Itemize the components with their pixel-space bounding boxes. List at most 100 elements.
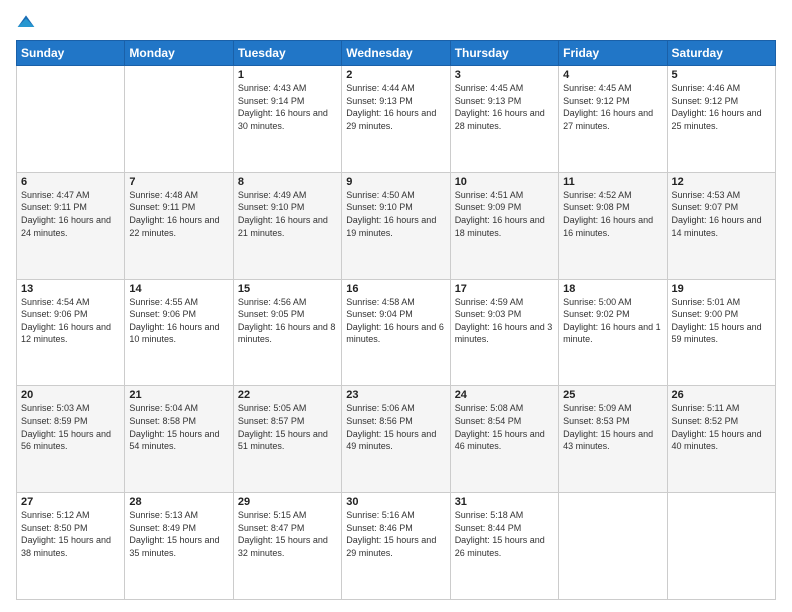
day-info: Sunrise: 5:18 AM Sunset: 8:44 PM Dayligh… [455,509,554,559]
day-number: 6 [21,176,120,188]
day-number: 3 [455,69,554,81]
calendar-cell: 28Sunrise: 5:13 AM Sunset: 8:49 PM Dayli… [125,493,233,600]
calendar-header-cell: Sunday [17,41,125,66]
day-info: Sunrise: 4:58 AM Sunset: 9:04 PM Dayligh… [346,296,445,346]
calendar-cell: 12Sunrise: 4:53 AM Sunset: 9:07 PM Dayli… [667,172,775,279]
day-number: 28 [129,496,228,508]
calendar-cell: 13Sunrise: 4:54 AM Sunset: 9:06 PM Dayli… [17,279,125,386]
day-info: Sunrise: 4:46 AM Sunset: 9:12 PM Dayligh… [672,82,771,132]
calendar-cell: 25Sunrise: 5:09 AM Sunset: 8:53 PM Dayli… [559,386,667,493]
calendar-body: 1Sunrise: 4:43 AM Sunset: 9:14 PM Daylig… [17,66,776,600]
calendar-cell: 24Sunrise: 5:08 AM Sunset: 8:54 PM Dayli… [450,386,558,493]
day-info: Sunrise: 4:48 AM Sunset: 9:11 PM Dayligh… [129,189,228,239]
calendar-cell: 29Sunrise: 5:15 AM Sunset: 8:47 PM Dayli… [233,493,341,600]
day-info: Sunrise: 5:03 AM Sunset: 8:59 PM Dayligh… [21,402,120,452]
calendar-header-cell: Monday [125,41,233,66]
calendar-cell: 23Sunrise: 5:06 AM Sunset: 8:56 PM Dayli… [342,386,450,493]
day-number: 8 [238,176,337,188]
day-number: 21 [129,389,228,401]
day-number: 4 [563,69,662,81]
calendar-header-cell: Thursday [450,41,558,66]
calendar-cell: 2Sunrise: 4:44 AM Sunset: 9:13 PM Daylig… [342,66,450,173]
day-info: Sunrise: 4:53 AM Sunset: 9:07 PM Dayligh… [672,189,771,239]
calendar-cell: 17Sunrise: 4:59 AM Sunset: 9:03 PM Dayli… [450,279,558,386]
day-info: Sunrise: 5:06 AM Sunset: 8:56 PM Dayligh… [346,402,445,452]
calendar-cell: 6Sunrise: 4:47 AM Sunset: 9:11 PM Daylig… [17,172,125,279]
day-info: Sunrise: 5:05 AM Sunset: 8:57 PM Dayligh… [238,402,337,452]
day-info: Sunrise: 4:51 AM Sunset: 9:09 PM Dayligh… [455,189,554,239]
calendar-cell: 16Sunrise: 4:58 AM Sunset: 9:04 PM Dayli… [342,279,450,386]
calendar-cell: 1Sunrise: 4:43 AM Sunset: 9:14 PM Daylig… [233,66,341,173]
day-number: 12 [672,176,771,188]
calendar-cell: 9Sunrise: 4:50 AM Sunset: 9:10 PM Daylig… [342,172,450,279]
calendar-cell: 10Sunrise: 4:51 AM Sunset: 9:09 PM Dayli… [450,172,558,279]
calendar-header-cell: Friday [559,41,667,66]
calendar-cell [17,66,125,173]
day-number: 16 [346,283,445,295]
day-info: Sunrise: 4:59 AM Sunset: 9:03 PM Dayligh… [455,296,554,346]
day-number: 25 [563,389,662,401]
day-number: 18 [563,283,662,295]
day-number: 17 [455,283,554,295]
calendar-cell: 30Sunrise: 5:16 AM Sunset: 8:46 PM Dayli… [342,493,450,600]
day-number: 24 [455,389,554,401]
day-number: 5 [672,69,771,81]
calendar-cell: 8Sunrise: 4:49 AM Sunset: 9:10 PM Daylig… [233,172,341,279]
logo-icon [16,12,36,32]
calendar-week-row: 13Sunrise: 4:54 AM Sunset: 9:06 PM Dayli… [17,279,776,386]
day-number: 13 [21,283,120,295]
day-info: Sunrise: 4:55 AM Sunset: 9:06 PM Dayligh… [129,296,228,346]
day-number: 26 [672,389,771,401]
calendar-cell: 11Sunrise: 4:52 AM Sunset: 9:08 PM Dayli… [559,172,667,279]
calendar-cell: 31Sunrise: 5:18 AM Sunset: 8:44 PM Dayli… [450,493,558,600]
day-info: Sunrise: 5:12 AM Sunset: 8:50 PM Dayligh… [21,509,120,559]
day-info: Sunrise: 4:45 AM Sunset: 9:13 PM Dayligh… [455,82,554,132]
day-info: Sunrise: 5:00 AM Sunset: 9:02 PM Dayligh… [563,296,662,346]
logo [16,12,40,32]
day-number: 7 [129,176,228,188]
day-number: 23 [346,389,445,401]
calendar-cell: 21Sunrise: 5:04 AM Sunset: 8:58 PM Dayli… [125,386,233,493]
day-info: Sunrise: 4:50 AM Sunset: 9:10 PM Dayligh… [346,189,445,239]
calendar-cell [125,66,233,173]
day-number: 9 [346,176,445,188]
day-number: 2 [346,69,445,81]
calendar-header-cell: Wednesday [342,41,450,66]
calendar-cell: 27Sunrise: 5:12 AM Sunset: 8:50 PM Dayli… [17,493,125,600]
calendar-week-row: 20Sunrise: 5:03 AM Sunset: 8:59 PM Dayli… [17,386,776,493]
calendar-cell [559,493,667,600]
day-info: Sunrise: 4:52 AM Sunset: 9:08 PM Dayligh… [563,189,662,239]
day-info: Sunrise: 5:16 AM Sunset: 8:46 PM Dayligh… [346,509,445,559]
calendar-cell: 5Sunrise: 4:46 AM Sunset: 9:12 PM Daylig… [667,66,775,173]
day-number: 10 [455,176,554,188]
day-info: Sunrise: 4:47 AM Sunset: 9:11 PM Dayligh… [21,189,120,239]
day-info: Sunrise: 5:09 AM Sunset: 8:53 PM Dayligh… [563,402,662,452]
calendar-cell: 18Sunrise: 5:00 AM Sunset: 9:02 PM Dayli… [559,279,667,386]
day-info: Sunrise: 4:45 AM Sunset: 9:12 PM Dayligh… [563,82,662,132]
day-number: 22 [238,389,337,401]
calendar-header-cell: Saturday [667,41,775,66]
page: SundayMondayTuesdayWednesdayThursdayFrid… [0,0,792,612]
day-info: Sunrise: 5:15 AM Sunset: 8:47 PM Dayligh… [238,509,337,559]
calendar-cell: 20Sunrise: 5:03 AM Sunset: 8:59 PM Dayli… [17,386,125,493]
day-number: 31 [455,496,554,508]
calendar-week-row: 1Sunrise: 4:43 AM Sunset: 9:14 PM Daylig… [17,66,776,173]
calendar-cell: 4Sunrise: 4:45 AM Sunset: 9:12 PM Daylig… [559,66,667,173]
calendar-week-row: 27Sunrise: 5:12 AM Sunset: 8:50 PM Dayli… [17,493,776,600]
day-number: 20 [21,389,120,401]
day-number: 30 [346,496,445,508]
calendar-header-cell: Tuesday [233,41,341,66]
day-info: Sunrise: 5:13 AM Sunset: 8:49 PM Dayligh… [129,509,228,559]
day-number: 27 [21,496,120,508]
day-info: Sunrise: 4:43 AM Sunset: 9:14 PM Dayligh… [238,82,337,132]
calendar-cell: 14Sunrise: 4:55 AM Sunset: 9:06 PM Dayli… [125,279,233,386]
day-info: Sunrise: 5:01 AM Sunset: 9:00 PM Dayligh… [672,296,771,346]
day-info: Sunrise: 5:04 AM Sunset: 8:58 PM Dayligh… [129,402,228,452]
day-number: 29 [238,496,337,508]
calendar-cell: 19Sunrise: 5:01 AM Sunset: 9:00 PM Dayli… [667,279,775,386]
day-info: Sunrise: 5:11 AM Sunset: 8:52 PM Dayligh… [672,402,771,452]
day-info: Sunrise: 5:08 AM Sunset: 8:54 PM Dayligh… [455,402,554,452]
day-info: Sunrise: 4:56 AM Sunset: 9:05 PM Dayligh… [238,296,337,346]
day-info: Sunrise: 4:44 AM Sunset: 9:13 PM Dayligh… [346,82,445,132]
calendar-table: SundayMondayTuesdayWednesdayThursdayFrid… [16,40,776,600]
